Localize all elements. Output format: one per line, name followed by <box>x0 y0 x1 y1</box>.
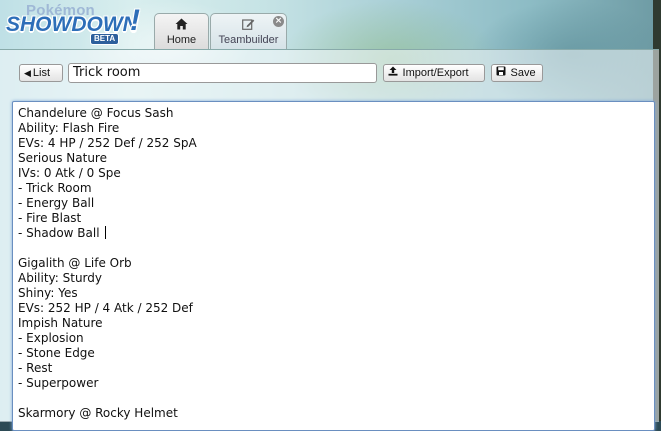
close-tab-icon[interactable]: × <box>273 16 284 27</box>
logo-beta-badge: BETA <box>90 33 120 45</box>
editor-line: EVs: 252 HP / 4 Atk / 252 Def <box>18 301 193 315</box>
editor-line: - Explosion <box>18 331 84 345</box>
editor-line-text: - Shadow Ball <box>18 226 100 240</box>
import-export-button[interactable]: Import/Export <box>383 64 485 82</box>
list-button[interactable]: ◀ List <box>19 64 63 82</box>
editor-line: - Superpower <box>18 376 99 390</box>
tab-teambuilder-label: Teambuilder <box>218 34 279 46</box>
editor-line: - Rest <box>18 361 53 375</box>
team-name-input[interactable]: Trick room <box>68 63 377 83</box>
editor-line: - Stone Edge <box>18 346 95 360</box>
import-export-label: Import/Export <box>402 67 469 79</box>
editor-line: Impish Nature <box>18 316 103 330</box>
editor-line: Chandelure @ Focus Sash <box>18 106 174 120</box>
editor-line: Serious Nature <box>18 151 107 165</box>
editor-line-with-caret: - Shadow Ball <box>18 226 649 241</box>
editor-line: Ability: Sturdy <box>18 271 102 285</box>
logo-bang: ! <box>130 4 140 37</box>
toolbar: ◀ List Trick room Import/Export Save <box>0 50 659 95</box>
editor-line: EVs: 4 HP / 252 Def / 252 SpA <box>18 136 197 150</box>
save-button-label: Save <box>510 67 536 79</box>
teambuilder-panel: ◀ List Trick room Import/Export Save Chan… <box>0 49 659 431</box>
editor-line: - Energy Ball <box>18 196 95 210</box>
editor-line: - Trick Room <box>18 181 92 195</box>
save-button[interactable]: Save <box>491 64 543 82</box>
chevron-left-icon: ◀ <box>24 68 31 78</box>
home-icon <box>155 18 208 32</box>
editor-line: Ability: Flash Fire <box>18 121 120 135</box>
upload-icon <box>388 66 401 78</box>
tab-home[interactable]: Home <box>154 13 209 49</box>
header: Pokémon SHOWDOWN ! BETA Home Teambuilder… <box>0 0 661 49</box>
editor-line: IVs: 0 Atk / 0 Spe <box>18 166 121 180</box>
save-icon <box>496 66 509 78</box>
list-button-label: List <box>32 67 51 79</box>
team-text-editor[interactable]: Chandelure @ Focus Sash Ability: Flash F… <box>12 101 655 431</box>
text-caret <box>104 226 106 239</box>
editor-line: Gigalith @ Life Orb <box>18 256 132 270</box>
logo[interactable]: Pokémon SHOWDOWN ! BETA <box>4 2 152 46</box>
editor-line: Skarmory @ Rocky Helmet <box>18 406 178 420</box>
tab-home-label: Home <box>166 34 197 46</box>
editor-line: Shiny: Yes <box>18 286 78 300</box>
editor-line: - Fire Blast <box>18 211 82 225</box>
